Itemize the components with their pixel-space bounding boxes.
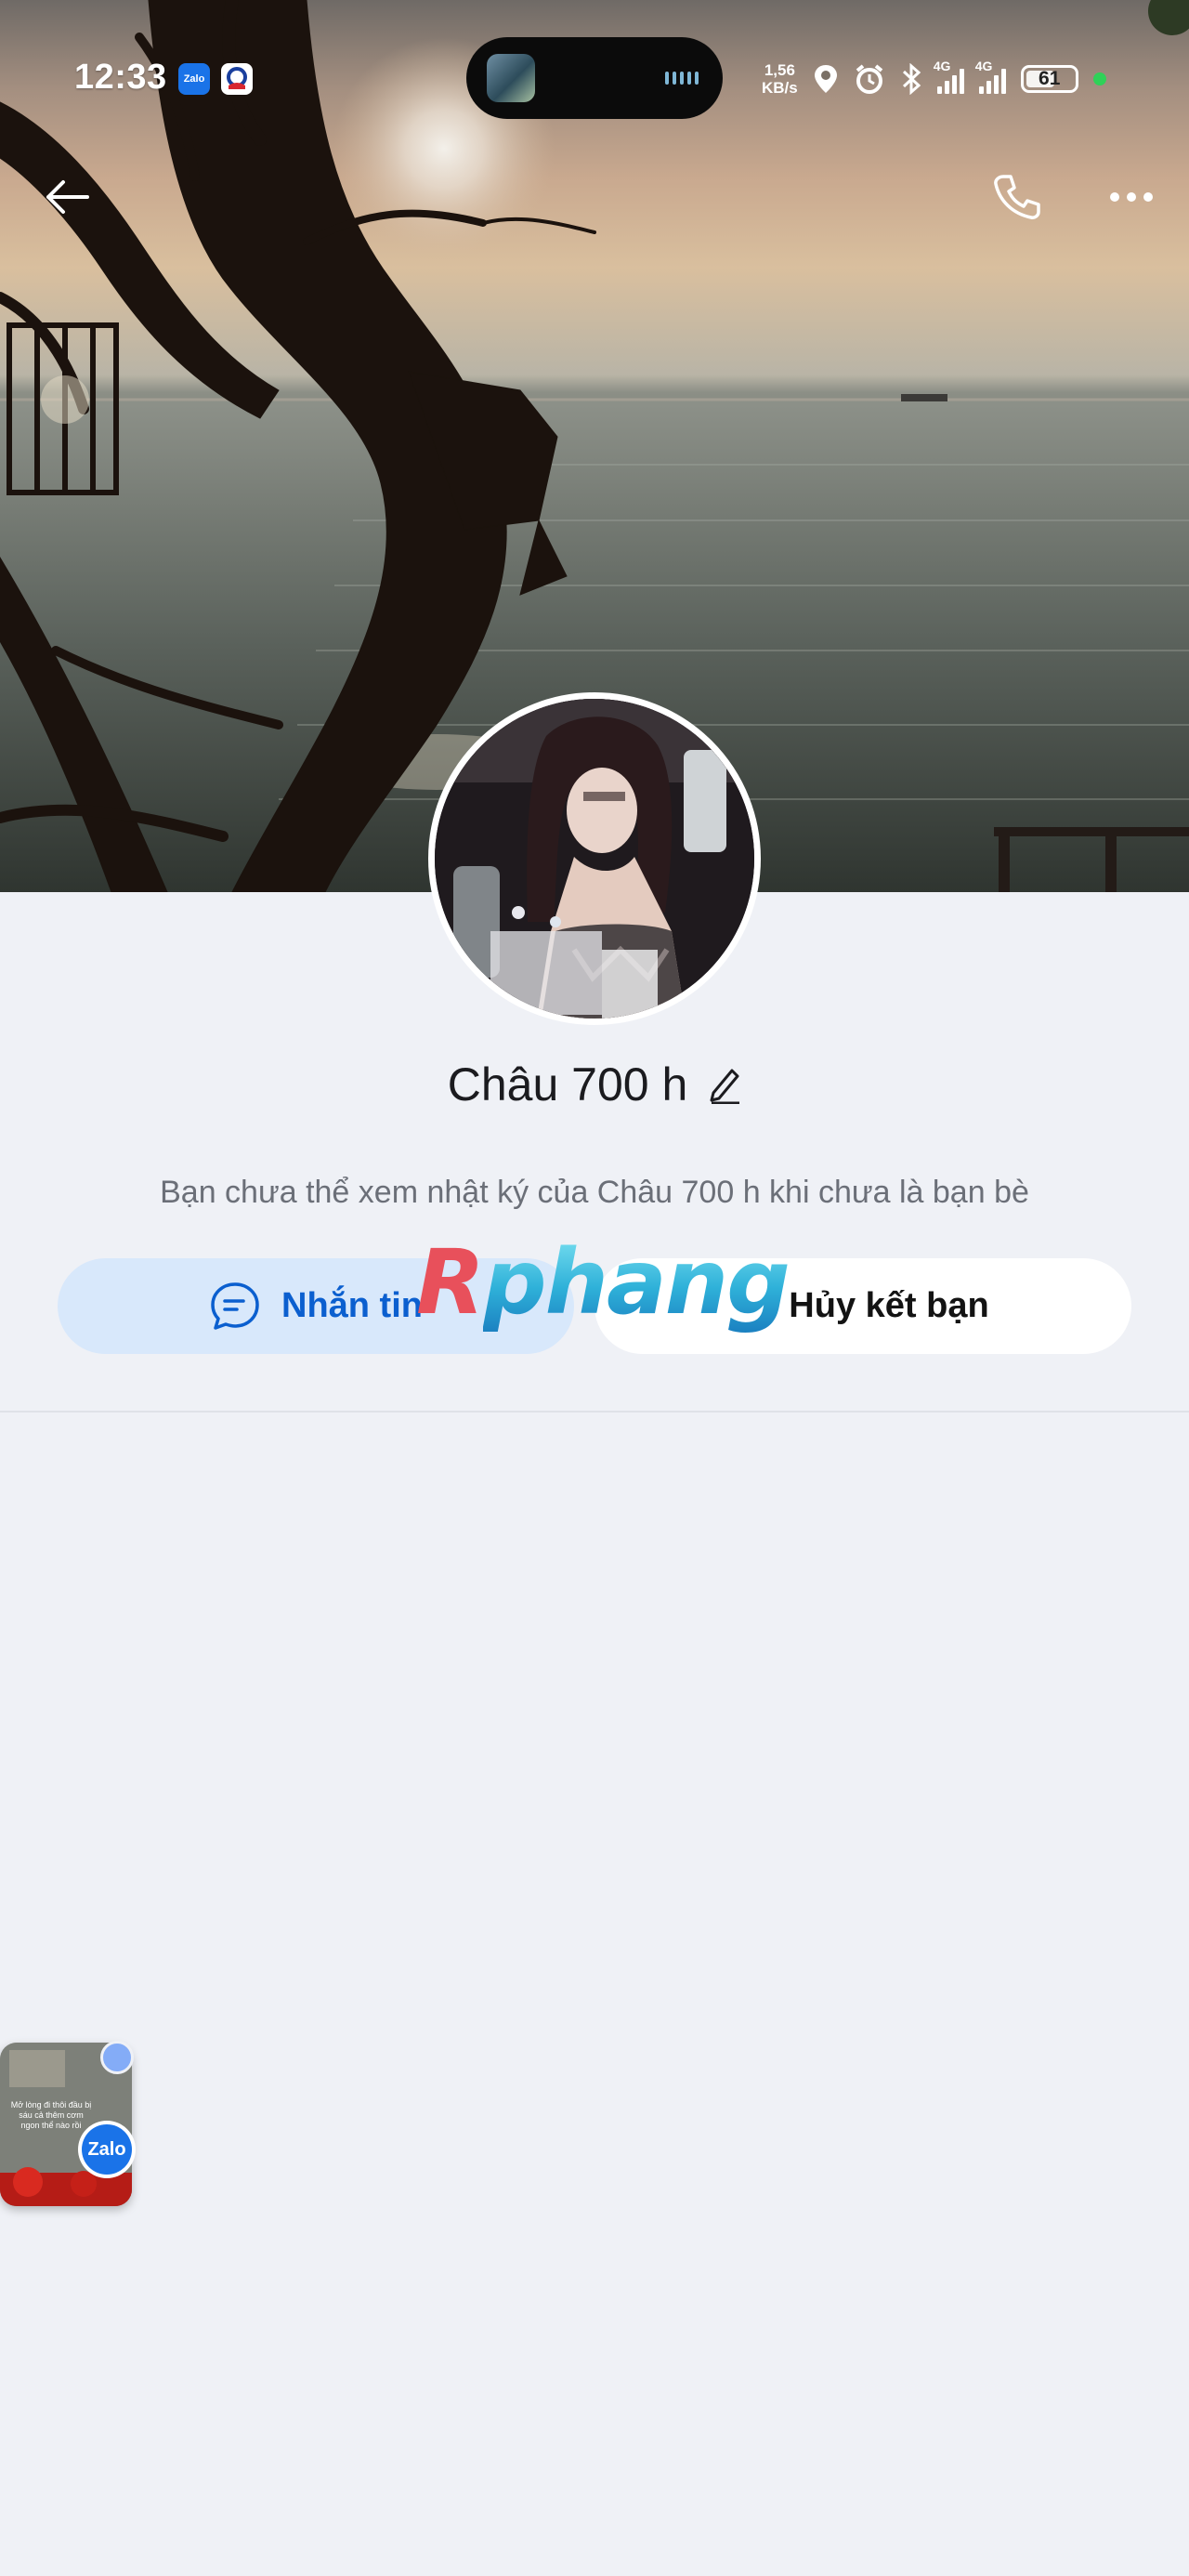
profile-avatar[interactable] (428, 692, 761, 1025)
alarm-icon (856, 64, 883, 94)
arrow-left-icon (46, 180, 89, 214)
back-button[interactable] (30, 160, 104, 234)
profile-name: Châu 700 h (447, 1058, 688, 1111)
signal-strength-icon-1: 4G (934, 59, 964, 94)
status-indicators: 1,56 KB/s 4G 4G 61 (762, 56, 1106, 102)
island-waveform-icon (665, 72, 699, 85)
profile-name-row: Châu 700 h (0, 1052, 1189, 1117)
more-button[interactable] (1094, 160, 1169, 234)
more-horizontal-icon (1110, 192, 1153, 202)
diary-restriction-notice: Bạn chưa thể xem nhật ký của Châu 700 h … (160, 1175, 1029, 1210)
message-button[interactable]: Nhắn tin (58, 1258, 574, 1354)
dynamic-island[interactable] (466, 37, 723, 119)
bubble-caption: Mở lòng đi thôi đầu bị sáu cả thêm cơm n… (10, 2100, 92, 2130)
zalo-badge-icon: Zalo (78, 2121, 136, 2178)
zalo-badge-label: Zalo (82, 2124, 132, 2175)
network-speed: 1,56 KB/s (762, 61, 798, 97)
status-time: 12:33 (74, 58, 167, 97)
chat-bubble-icon (211, 1281, 259, 1330)
edit-name-button[interactable] (708, 1065, 741, 1104)
signal-strength-icon-2: 4G (975, 59, 1006, 94)
unfriend-button[interactable]: Hủy kết bạn (594, 1258, 1131, 1354)
bubble-unread-dot (100, 2041, 134, 2074)
battery-icon: 61 (1020, 65, 1078, 93)
unfriend-button-label: Hủy kết bạn (789, 1286, 989, 1325)
news-notification-icon (221, 63, 253, 95)
avatar-photo (435, 699, 754, 1019)
bluetooth-icon (902, 63, 921, 95)
call-button[interactable] (979, 160, 1053, 234)
zalo-notification-icon: Zalo (178, 63, 210, 95)
status-bar: 12:33 Zalo 1,56 KB/s 4G 4G 61 (0, 37, 1189, 121)
location-icon (814, 65, 837, 93)
phone-icon (994, 175, 1040, 219)
island-media-thumbnail (487, 54, 535, 102)
privacy-indicator-dot (1092, 72, 1106, 85)
message-button-label: Nhắn tin (281, 1286, 423, 1325)
section-divider (0, 1411, 1189, 1413)
battery-level: 61 (1039, 68, 1061, 89)
pencil-icon (710, 1069, 740, 1104)
